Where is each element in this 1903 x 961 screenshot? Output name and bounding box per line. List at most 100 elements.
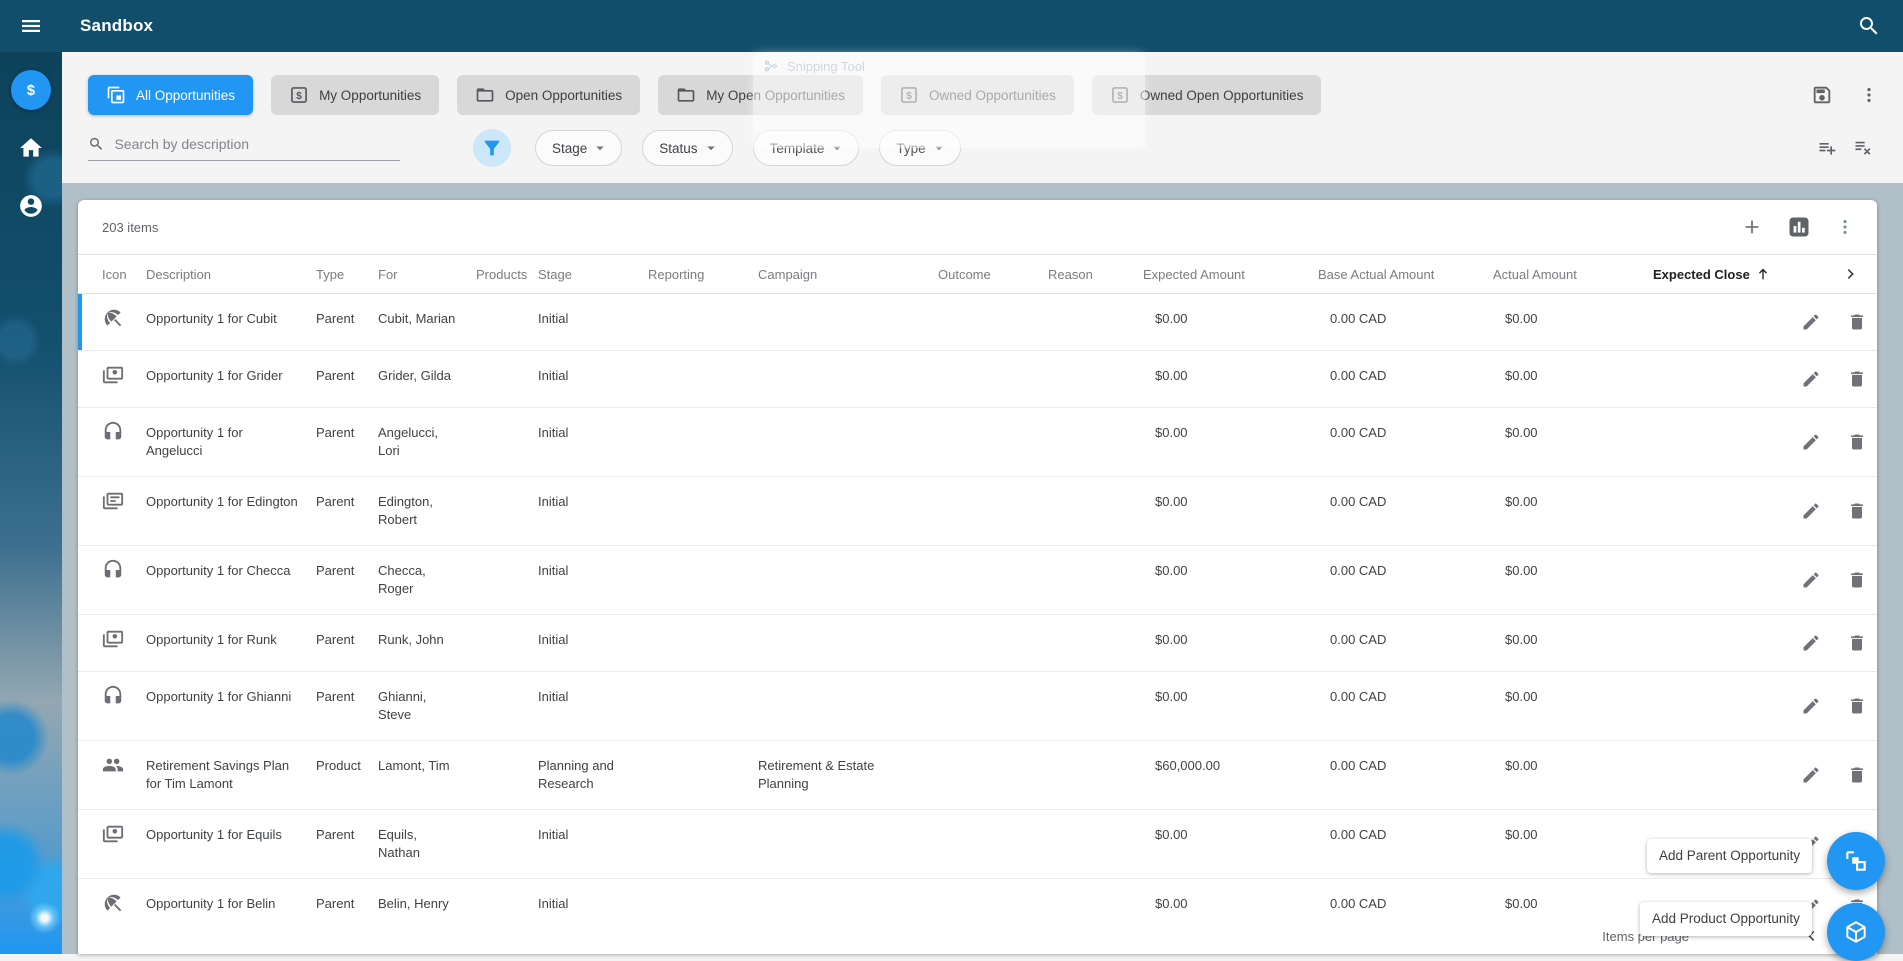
tab-open-opportunities[interactable]: Open Opportunities [457,75,641,115]
home-icon [18,135,44,161]
delete-row-button[interactable] [1847,570,1867,590]
rail-item-opportunities[interactable]: $ [11,70,51,110]
add-parent-opportunity-fab[interactable] [1827,832,1885,890]
cell-campaign [758,810,938,878]
edit-row-button[interactable] [1801,696,1821,716]
table-row[interactable]: Opportunity 1 for Runk Parent Runk, John… [78,615,1877,672]
cell-reason [1048,294,1143,350]
cell-stage: Initial [538,827,569,842]
col-stage[interactable]: Stage [538,267,648,282]
beach-umbrella-icon [102,892,124,914]
filter-funnel-icon [481,137,503,159]
cell-expected-amount: $0.00 [1155,689,1188,704]
nav-rail: $ [0,52,62,954]
search-icon [88,135,104,153]
svg-text:$: $ [296,91,302,102]
folder-icon [676,85,696,105]
cell-base-actual-amount: 0.00 CAD [1330,827,1387,842]
tab-owned-opportunities[interactable]: $ Owned Opportunities [881,75,1074,115]
col-campaign[interactable]: Campaign [758,267,938,282]
cell-type: Parent [316,632,355,647]
playlist-remove-icon [1853,138,1873,158]
search-field[interactable] [88,135,400,161]
delete-row-button[interactable] [1847,432,1867,452]
svg-text:$: $ [1117,91,1123,102]
edit-row-button[interactable] [1801,765,1821,785]
tab-my-open-opportunities[interactable]: My Open Opportunities [658,75,864,115]
filter-funnel-button[interactable] [473,129,511,167]
edit-row-button[interactable] [1801,312,1821,332]
cell-base-actual-amount: 0.00 CAD [1330,311,1387,326]
cell-outcome [938,351,1048,407]
table-row[interactable]: Opportunity 1 for Edington Parent Edingt… [78,477,1877,546]
scroll-columns-right-button[interactable] [1829,264,1873,284]
col-icon[interactable]: Icon [102,267,146,282]
add-product-opportunity-fab[interactable] [1827,903,1885,961]
global-search-button[interactable] [1843,0,1895,52]
table-row[interactable]: Opportunity 1 for Cubit Parent Cubit, Ma… [78,294,1877,351]
col-reporting[interactable]: Reporting [648,267,758,282]
cell-actual-amount: $0.00 [1505,311,1538,326]
edit-row-button[interactable] [1801,501,1821,521]
cell-outcome [938,546,1048,614]
col-description[interactable]: Description [146,267,316,282]
status-dropdown[interactable]: Status [642,130,733,166]
col-base-actual-amount[interactable]: Base Actual Amount [1318,267,1493,282]
chart-view-button[interactable] [1787,215,1811,239]
edit-row-button[interactable] [1801,369,1821,389]
cell-stage: Initial [538,311,569,326]
type-dropdown[interactable]: Type [879,130,961,166]
col-outcome[interactable]: Outcome [938,267,1048,282]
edit-row-button[interactable] [1801,570,1821,590]
rail-item-account[interactable] [11,186,51,226]
table-row[interactable]: Opportunity 1 for Ghianni Parent Ghianni… [78,672,1877,741]
delete-row-button[interactable] [1847,369,1867,389]
edit-row-button[interactable] [1801,432,1821,452]
table-row[interactable]: Opportunity 1 for Angelucci Parent Angel… [78,408,1877,477]
cell-for: Angelucci, Lori [378,425,438,458]
search-input[interactable] [114,136,400,152]
delete-row-button[interactable] [1847,312,1867,332]
table-row[interactable]: Retirement Savings Plan for Tim Lamont P… [78,741,1877,810]
delete-row-button[interactable] [1847,696,1867,716]
payments-icon [102,823,124,845]
col-actual-amount[interactable]: Actual Amount [1493,267,1653,282]
page-title: Sandbox [80,16,154,35]
rail-item-home[interactable] [11,128,51,168]
table-toolbar: 203 items [78,200,1877,254]
col-expected-amount[interactable]: Expected Amount [1143,267,1318,282]
cell-outcome [938,741,1048,809]
playlist-remove-button[interactable] [1853,138,1873,158]
table-body: Opportunity 1 for Cubit Parent Cubit, Ma… [78,294,1877,936]
col-for[interactable]: For [378,267,476,282]
save-view-button[interactable] [1811,84,1833,106]
trash-icon [1847,570,1867,590]
delete-row-button[interactable] [1847,501,1867,521]
headset-icon [102,685,124,707]
delete-row-button[interactable] [1847,633,1867,653]
edit-row-button[interactable] [1801,633,1821,653]
cell-base-actual-amount: 0.00 CAD [1330,494,1387,509]
menu-button[interactable] [0,0,62,52]
col-reason[interactable]: Reason [1048,267,1143,282]
col-expected-close[interactable]: Expected Close [1653,266,1829,282]
tab-my-opportunities[interactable]: $ My Opportunities [271,75,440,115]
table-row[interactable]: Opportunity 1 for Checca Parent Checca, … [78,546,1877,615]
tab-owned-open-opportunities[interactable]: $ Owned Open Opportunities [1091,75,1322,115]
cell-reporting [648,810,758,878]
template-dropdown[interactable]: Template [752,130,860,166]
table-row[interactable]: Opportunity 1 for Grider Parent Grider, … [78,351,1877,408]
add-item-button[interactable] [1741,216,1763,238]
tab-all-opportunities[interactable]: All Opportunities [88,75,254,115]
table-more-menu-button[interactable] [1835,217,1855,237]
stage-dropdown[interactable]: Stage [535,130,623,166]
cell-reason [1048,615,1143,671]
headset-icon [102,421,124,443]
col-products[interactable]: Products [476,267,538,282]
col-type[interactable]: Type [316,267,378,282]
table-row[interactable]: Opportunity 1 for Equils Parent Equils, … [78,810,1877,879]
view-more-menu-button[interactable] [1859,85,1879,105]
playlist-add-button[interactable] [1817,138,1837,158]
main-content: All Opportunities $ My Opportunities Ope… [62,52,1903,954]
delete-row-button[interactable] [1847,765,1867,785]
